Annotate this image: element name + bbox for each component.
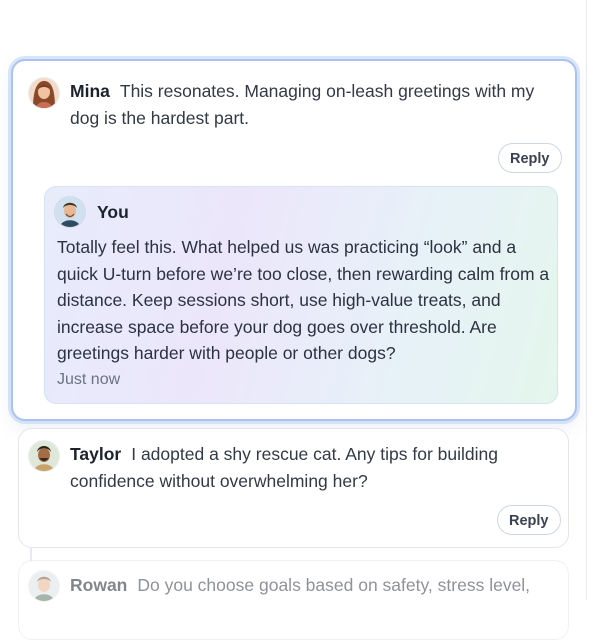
right-divider bbox=[586, 0, 587, 600]
reply-author: You bbox=[97, 202, 129, 222]
avatar bbox=[29, 78, 59, 108]
comment-body: I adopted a shy rescue cat. Any tips for… bbox=[70, 444, 498, 491]
reply-button[interactable]: Reply bbox=[498, 143, 562, 173]
avatar bbox=[55, 197, 85, 227]
comment-text: Mina This resonates. Managing on-leash gr… bbox=[70, 78, 545, 132]
avatar bbox=[29, 571, 59, 601]
comment-author: Rowan bbox=[70, 575, 128, 595]
avatar bbox=[29, 441, 59, 471]
comment-author: Taylor bbox=[70, 444, 122, 464]
comment-body: This resonates. Managing on-leash greeti… bbox=[70, 81, 535, 128]
comment-author: Mina bbox=[70, 81, 110, 101]
reply-card-you: You Totally feel this. What helped us wa… bbox=[44, 186, 558, 404]
reply-timestamp: Just now bbox=[57, 371, 121, 388]
comment-card-mina[interactable]: Mina This resonates. Managing on-leash gr… bbox=[11, 59, 577, 421]
reply-text: Totally feel this. What helped us was pr… bbox=[57, 237, 550, 363]
comment-card-rowan[interactable]: Rowan Do you choose goals based on safety… bbox=[18, 560, 569, 640]
comment-text: Rowan Do you choose goals based on safety… bbox=[70, 572, 560, 599]
comment-body: Do you choose goals based on safety, str… bbox=[137, 575, 531, 595]
comment-text: Taylor I adopted a shy rescue cat. Any ti… bbox=[70, 441, 550, 495]
reply-button[interactable]: Reply bbox=[497, 505, 561, 535]
comment-card-taylor[interactable]: Taylor I adopted a shy rescue cat. Any ti… bbox=[18, 428, 569, 548]
